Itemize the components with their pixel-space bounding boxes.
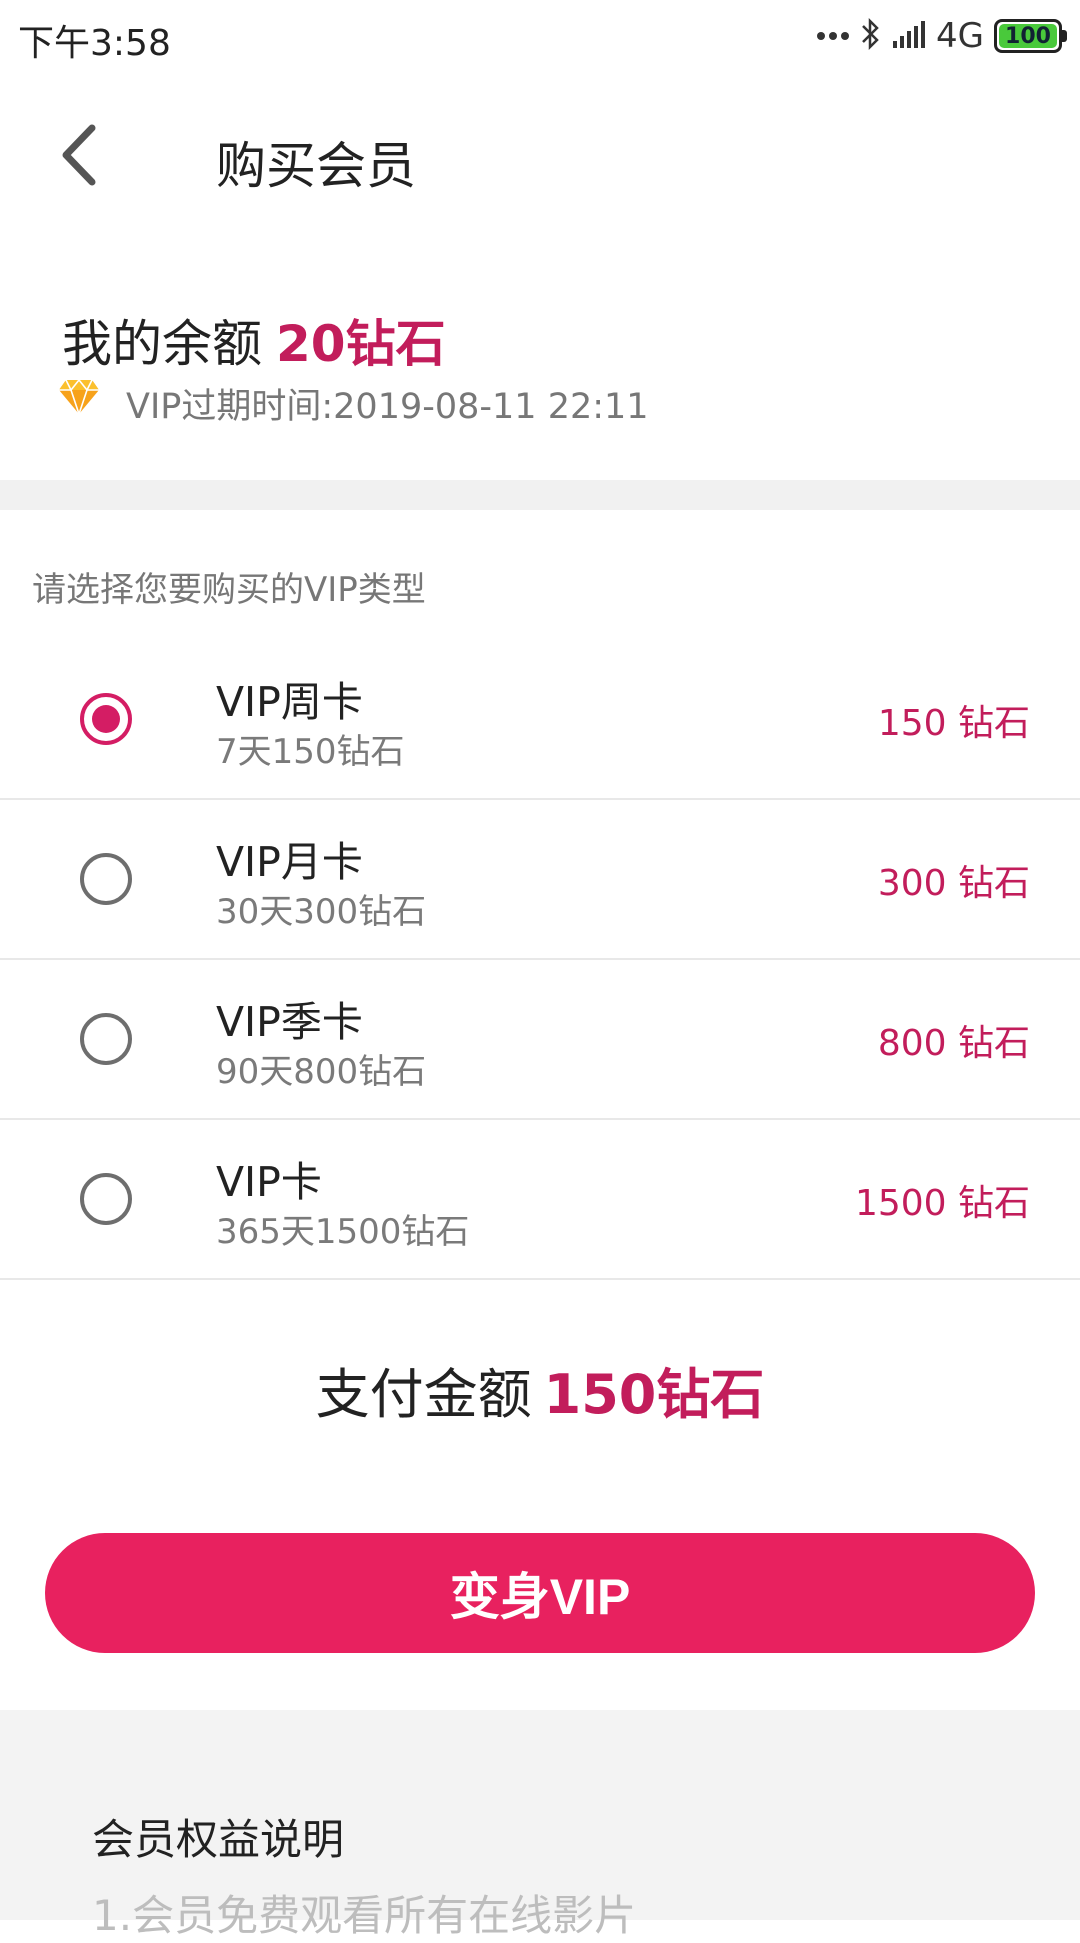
option-name: VIP周卡 [216,678,363,726]
status-icons: 4G 100 [816,14,1067,58]
option-desc: 7天150钻石 [216,732,405,772]
diamond-icon [58,378,100,417]
option-price: 800 钻石 [877,1023,1030,1064]
payment-amount-line: 支付金额 150钻石 [0,1350,1080,1429]
battery-icon: 100 [994,19,1067,53]
more-dots-icon [816,27,850,46]
page-title: 购买会员 [216,137,416,195]
radio-unselected-icon[interactable] [80,1013,132,1065]
radio-unselected-icon[interactable] [80,853,132,905]
network-type: 4G [936,16,984,56]
vip-option-month[interactable]: VIP月卡 30天300钻石 300 钻石 [0,800,1080,960]
bluetooth-icon [860,17,882,55]
vip-expire-time: VIP过期时间:2019-08-11 22:11 [126,387,649,427]
back-button[interactable] [52,120,112,190]
radio-unselected-icon[interactable] [80,1173,132,1225]
radio-selected-icon[interactable] [80,693,132,745]
back-arrow-icon [62,124,96,186]
option-desc: 30天300钻石 [216,892,427,932]
status-time: 下午3:58 [18,23,171,64]
battery-level: 100 [1005,23,1051,49]
balance-line: 我的余额 20钻石 [62,304,446,376]
vip-option-week[interactable]: VIP周卡 7天150钻石 150 钻石 [0,640,1080,800]
vip-options-list: VIP周卡 7天150钻石 150 钻石 VIP月卡 30天300钻石 300 … [0,640,1080,1280]
vip-option-quarter[interactable]: VIP季卡 90天800钻石 800 钻石 [0,960,1080,1120]
option-name: VIP月卡 [216,838,363,886]
benefit-item: 1.会员免费观看所有在线影片 [92,1891,637,1940]
balance-amount: 20钻石 [276,315,446,373]
payment-label: 支付金额 [315,1363,532,1426]
option-price: 300 钻石 [877,863,1030,904]
select-prompt: 请选择您要购买的VIP类型 [32,570,426,610]
vip-option-year[interactable]: VIP卡 365天1500钻石 1500 钻石 [0,1120,1080,1280]
option-name: VIP卡 [216,1158,322,1206]
option-name: VIP季卡 [216,998,363,1046]
become-vip-button[interactable]: 变身VIP [45,1533,1035,1653]
option-price: 150 钻石 [877,703,1030,744]
benefits-title: 会员权益说明 [92,1815,345,1864]
option-desc: 365天1500钻石 [216,1212,470,1252]
payment-amount: 150钻石 [543,1363,765,1426]
signal-icon [892,19,926,53]
section-divider [0,480,1080,510]
balance-label: 我的余额 [62,315,262,373]
option-desc: 90天800钻石 [216,1052,427,1092]
option-price: 1500 钻石 [854,1183,1030,1224]
